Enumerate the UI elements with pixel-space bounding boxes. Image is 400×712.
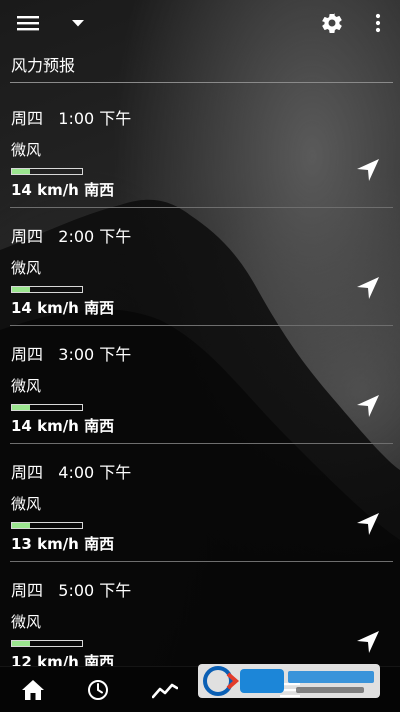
wind-description: 微风 <box>11 141 42 159</box>
wind-strength-meter <box>11 404 83 411</box>
forecast-item[interactable]: 周四 1:00 下午 微风 14 km/h 南西 <box>0 90 400 208</box>
more-options-button[interactable] <box>364 0 392 46</box>
gear-icon <box>322 13 342 34</box>
menu-icon <box>17 16 39 31</box>
forecast-time: 周四 5:00 下午 <box>11 577 131 601</box>
wind-speed-direction: 13 km/h 南西 <box>11 535 115 553</box>
forecast-hour: 2:00 下午 <box>58 227 132 246</box>
wind-strength-fill <box>12 641 30 646</box>
forecast-day: 周四 <box>11 463 44 482</box>
nav-hourly-button[interactable] <box>78 667 118 712</box>
wind-direction-icon <box>357 277 379 299</box>
location-dropdown-button[interactable] <box>64 0 92 46</box>
forecast-hour: 3:00 下午 <box>58 345 132 364</box>
watermark-logo <box>198 664 380 698</box>
nav-home-button[interactable] <box>13 667 53 712</box>
forecast-time: 周四 1:00 下午 <box>11 105 131 129</box>
forecast-day: 周四 <box>11 345 44 364</box>
wind-strength-fill <box>12 523 30 528</box>
more-vert-icon <box>375 13 381 33</box>
forecast-time: 周四 4:00 下午 <box>11 459 131 483</box>
wind-strength-meter <box>11 286 83 293</box>
wind-strength-meter <box>11 168 83 175</box>
wind-speed-direction: 14 km/h 南西 <box>11 299 115 317</box>
wind-strength-fill <box>12 169 30 174</box>
title-divider <box>10 82 393 83</box>
nav-graph-button[interactable] <box>145 667 185 712</box>
wind-forecast-list[interactable]: 周四 1:00 下午 微风 14 km/h 南西 周四 2:00 下午 微风 1… <box>0 90 400 680</box>
wind-strength-fill <box>12 405 30 410</box>
wind-speed-direction: 14 km/h 南西 <box>11 417 115 435</box>
wind-description: 微风 <box>11 613 42 631</box>
home-icon <box>22 679 44 700</box>
forecast-time: 周四 2:00 下午 <box>11 223 131 247</box>
chart-line-icon <box>152 683 178 698</box>
section-title: 风力预报 <box>11 56 76 75</box>
wind-direction-icon <box>357 159 379 181</box>
menu-button[interactable] <box>10 0 46 46</box>
clock-icon <box>88 679 108 700</box>
forecast-day: 周四 <box>11 581 44 600</box>
wind-strength-meter <box>11 522 83 529</box>
wind-direction-icon <box>357 631 379 653</box>
forecast-time: 周四 3:00 下午 <box>11 341 131 365</box>
settings-button[interactable] <box>314 0 350 46</box>
forecast-hour: 5:00 下午 <box>58 581 132 600</box>
wind-speed-direction: 14 km/h 南西 <box>11 181 115 199</box>
wind-direction-icon <box>357 513 379 535</box>
app-bar <box>0 0 400 46</box>
dropdown-arrow-icon <box>72 19 84 26</box>
wind-description: 微风 <box>11 495 42 513</box>
forecast-day: 周四 <box>11 109 44 128</box>
wind-description: 微风 <box>11 377 42 395</box>
forecast-hour: 4:00 下午 <box>58 463 132 482</box>
wind-direction-icon <box>357 395 379 417</box>
forecast-item[interactable]: 周四 4:00 下午 微风 13 km/h 南西 <box>0 444 400 562</box>
forecast-hour: 1:00 下午 <box>58 109 132 128</box>
wind-strength-fill <box>12 287 30 292</box>
wind-strength-meter <box>11 640 83 647</box>
forecast-day: 周四 <box>11 227 44 246</box>
forecast-item[interactable]: 周四 3:00 下午 微风 14 km/h 南西 <box>0 326 400 444</box>
forecast-item[interactable]: 周四 2:00 下午 微风 14 km/h 南西 <box>0 208 400 326</box>
wind-description: 微风 <box>11 259 42 277</box>
